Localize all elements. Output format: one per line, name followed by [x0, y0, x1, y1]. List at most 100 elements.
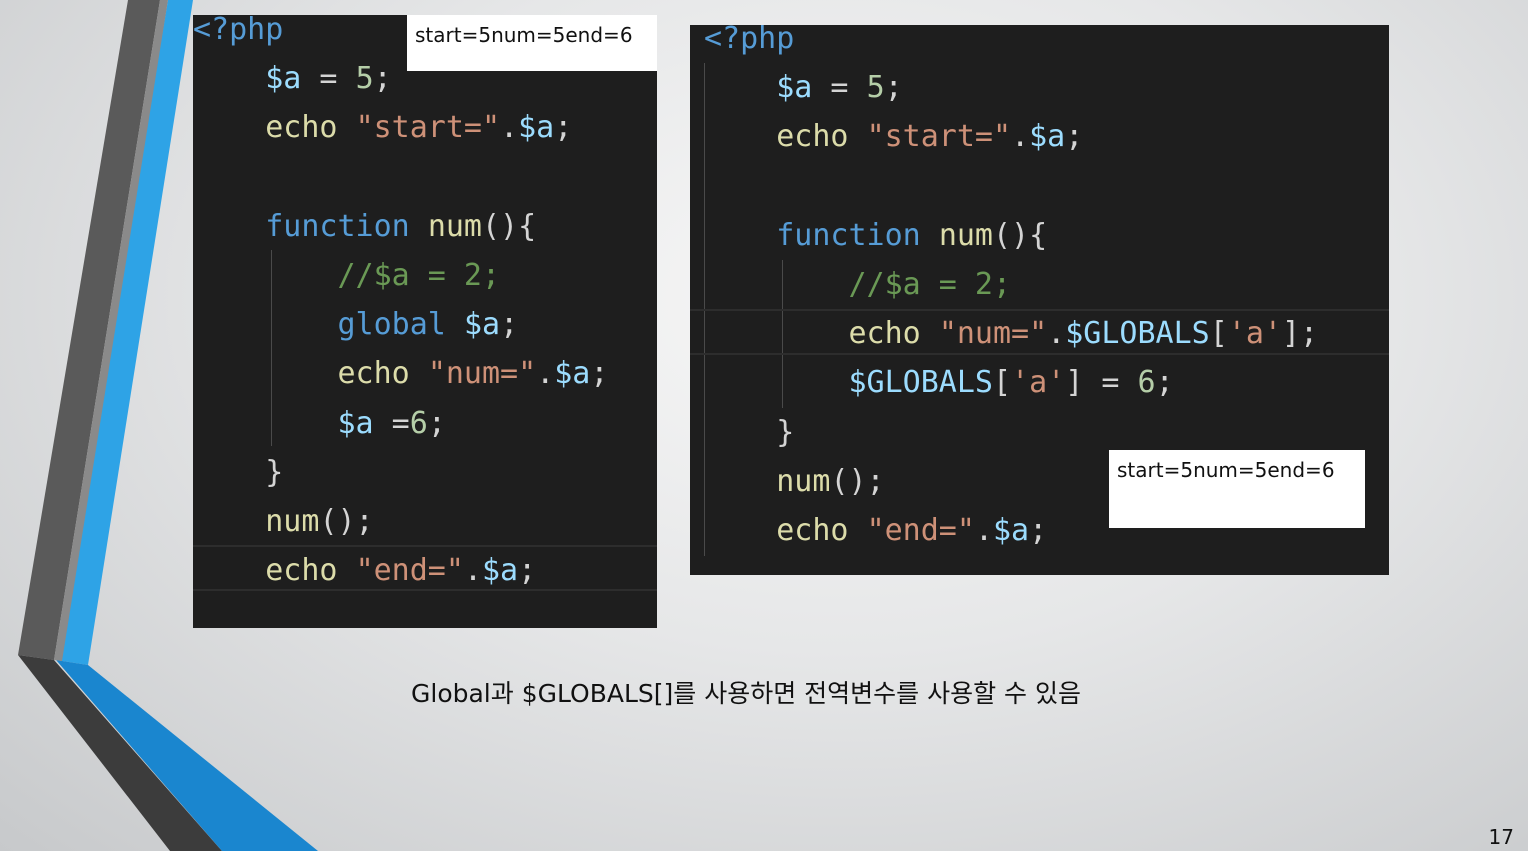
code-line: echo "end=".$a;	[704, 511, 1047, 551]
code-line: echo "start=".$a;	[704, 117, 1083, 157]
code-token: .	[536, 356, 555, 392]
code-token: ;	[554, 110, 573, 146]
code-line: $GLOBALS['a'] = 6;	[704, 363, 1174, 403]
code-token: $GLOBALS	[848, 365, 994, 401]
code-token: .	[1047, 316, 1066, 352]
code-line: }	[704, 413, 794, 453]
code-token: echo	[337, 356, 410, 392]
code-token: $a	[265, 61, 302, 97]
code-token: $GLOBALS	[1065, 316, 1210, 352]
code-token: (){	[993, 217, 1048, 253]
output-box-right: start=5num=5end=6	[1109, 450, 1365, 528]
code-token: ;	[373, 61, 392, 97]
code-token: num	[265, 504, 320, 539]
code-token: ;	[427, 405, 446, 441]
code-token: 5	[866, 70, 885, 106]
code-token: .	[1011, 119, 1030, 155]
code-token: 'a'	[1227, 316, 1282, 352]
code-token: <?php	[704, 25, 795, 56]
code-token: $a	[554, 356, 591, 392]
code-panel-left: <?php $a = 5; echo "start=".$a; function…	[193, 15, 657, 628]
code-line: //$a = 2;	[704, 265, 1012, 305]
code-line: $a = 5;	[704, 68, 903, 108]
code-token: echo	[265, 110, 338, 146]
code-token: ;	[518, 553, 537, 589]
code-token: "end="	[866, 513, 975, 548]
code-token: "start="	[866, 119, 1012, 155]
code-token: num	[427, 208, 482, 244]
code-token: ;	[1155, 365, 1174, 401]
code-token: num	[938, 217, 993, 253]
code-token: }	[265, 454, 284, 490]
code-token: //$a = 2;	[337, 258, 501, 293]
code-token: 6	[409, 405, 428, 441]
code-token: $a	[463, 307, 501, 343]
code-token: global	[337, 307, 446, 343]
code-line: $a =6;	[193, 404, 446, 444]
code-line: echo "num=".$a;	[193, 354, 609, 394]
code-line: echo "num=".$GLOBALS['a'];	[704, 314, 1319, 354]
code-token: .	[463, 553, 482, 589]
code-token: $a	[518, 110, 555, 146]
code-token: $a	[776, 70, 813, 106]
code-token: =	[301, 61, 356, 97]
code-token: ;	[590, 356, 609, 392]
code-token: echo	[776, 513, 849, 548]
stripe-edge	[54, 0, 168, 661]
output-box-left: start=5num=5end=6	[407, 15, 657, 71]
code-line: <?php	[704, 25, 794, 59]
code-line: $a = 5;	[193, 59, 392, 99]
code-token: (){	[482, 208, 537, 244]
code-line: echo "end=".$a;	[193, 551, 536, 591]
code-token: ;	[884, 70, 903, 106]
code-token: ;	[1065, 119, 1084, 155]
code-token: num	[776, 463, 831, 499]
code-token: 5	[355, 61, 374, 97]
code-token: ();	[830, 463, 885, 499]
code-line: global $a;	[193, 305, 519, 345]
code-token: "num="	[427, 356, 537, 392]
code-line: echo "start=".$a;	[193, 108, 572, 148]
code-token: function	[265, 208, 410, 244]
code-token: ] =	[1065, 365, 1138, 401]
code-token: }	[776, 414, 795, 450]
code-token: echo	[776, 119, 849, 155]
code-token: //$a = 2;	[848, 267, 1012, 302]
code-token: .	[974, 513, 993, 548]
code-token: =	[373, 405, 410, 441]
slide-number: 17	[1488, 825, 1514, 849]
code-token: $a	[993, 513, 1030, 548]
code-token: ;	[500, 307, 519, 343]
code-token: =	[812, 70, 867, 106]
code-token: ];	[1282, 316, 1319, 352]
code-token: "end="	[355, 553, 464, 589]
code-token: function	[776, 217, 921, 253]
code-line: }	[193, 453, 283, 493]
code-token: "num="	[938, 316, 1048, 352]
code-token: $a	[482, 553, 519, 589]
code-token: ;	[1029, 513, 1048, 548]
code-line: num();	[704, 462, 885, 502]
